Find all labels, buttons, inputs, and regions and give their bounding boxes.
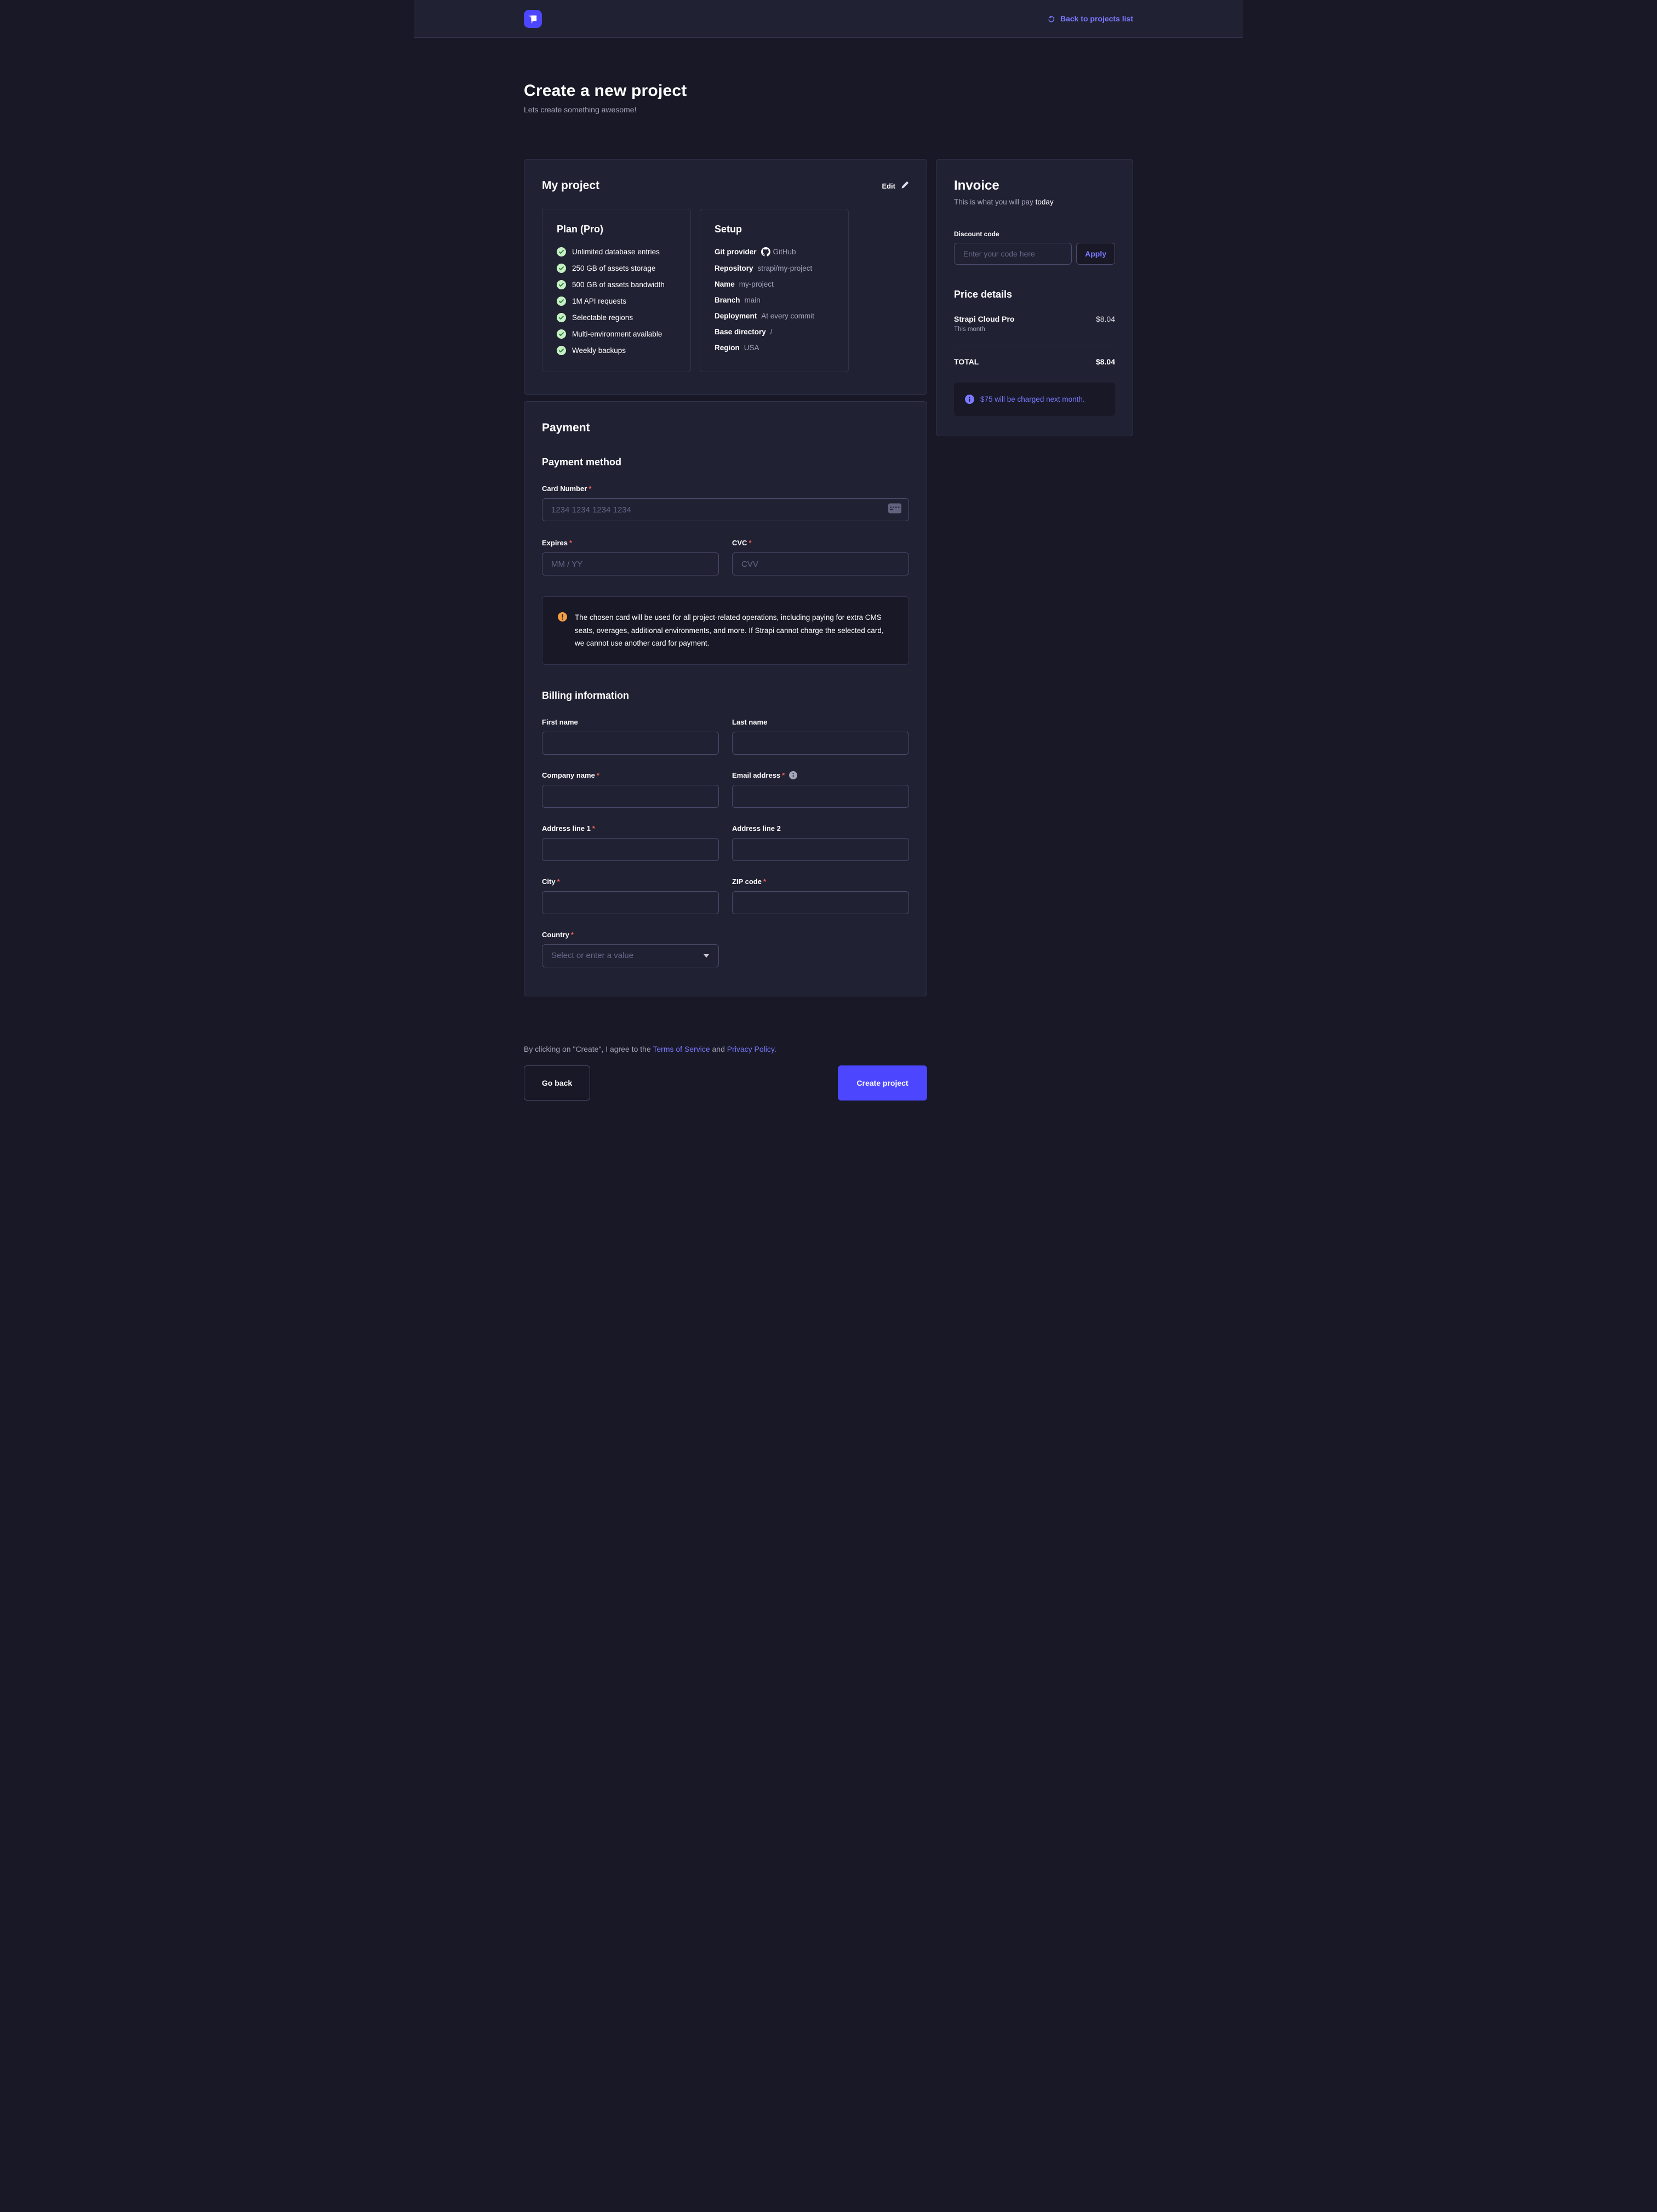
address-line-1-field: Address line 1* [542, 824, 719, 861]
card-usage-notice: The chosen card will be used for all pro… [542, 596, 909, 665]
address-line-2-field: Address line 2 [732, 824, 909, 861]
plan-box: Plan (Pro) Unlimited database entries 25… [542, 209, 691, 372]
top-bar: Back to projects list [414, 0, 1243, 38]
go-back-button[interactable]: Go back [524, 1065, 590, 1101]
city-input[interactable] [542, 891, 719, 914]
strapi-logo-icon [524, 10, 542, 28]
plan-feature: Weekly backups [557, 346, 676, 355]
setup-row-deployment: Deployment At every commit [715, 312, 834, 320]
setup-box: Setup Git provider GitHub Repository [700, 209, 849, 372]
total-label: TOTAL [954, 357, 979, 366]
info-icon [965, 395, 974, 404]
setup-row-git-provider: Git provider GitHub [715, 247, 834, 256]
check-icon [557, 280, 566, 289]
price-item-period: This month [954, 326, 1014, 333]
my-project-card: My project Edit Plan (Pro) [524, 159, 927, 395]
price-item-name: Strapi Cloud Pro [954, 315, 1014, 323]
apply-discount-button[interactable]: Apply [1076, 243, 1115, 265]
billing-heading: Billing information [542, 690, 909, 702]
discount-code-label: Discount code [954, 230, 1115, 238]
payment-card: Payment Payment method Card Number* [524, 401, 927, 996]
terms-of-service-link[interactable]: Terms of Service [653, 1045, 710, 1053]
page-subtitle: Lets create something awesome! [524, 105, 1133, 114]
price-details-heading: Price details [954, 289, 1115, 300]
next-month-note-text: $75 will be charged next month. [980, 395, 1085, 403]
country-select-placeholder: Select or enter a value [551, 951, 633, 960]
first-name-input[interactable] [542, 732, 719, 755]
card-usage-notice-text: The chosen card will be used for all pro… [575, 611, 893, 650]
setup-row-base-directory: Base directory / [715, 328, 834, 336]
cvc-input[interactable] [732, 552, 909, 575]
card-number-input[interactable] [542, 498, 909, 521]
payment-method-heading: Payment method [542, 457, 909, 468]
cvc-label: CVC [732, 539, 747, 547]
plan-title: Plan (Pro) [557, 224, 676, 235]
back-link-label: Back to projects list [1060, 14, 1133, 23]
warning-icon [558, 612, 567, 622]
edit-button[interactable]: Edit [882, 181, 909, 191]
expires-field: Expires* [542, 539, 719, 575]
check-icon [557, 313, 566, 322]
create-project-button[interactable]: Create project [838, 1065, 927, 1101]
pencil-icon [901, 181, 909, 191]
check-icon [557, 297, 566, 306]
plan-feature: Multi-environment available [557, 329, 676, 339]
total-row: TOTAL $8.04 [954, 357, 1115, 366]
address-line-1-input[interactable] [542, 838, 719, 861]
zip-code-input[interactable] [732, 891, 909, 914]
plan-feature: 250 GB of assets storage [557, 264, 676, 273]
agreement-text: By clicking on "Create", I agree to the … [524, 1045, 927, 1053]
address-line-2-input[interactable] [732, 838, 909, 861]
plan-feature-list: Unlimited database entries 250 GB of ass… [557, 247, 676, 355]
check-icon [557, 329, 566, 339]
plan-feature: 1M API requests [557, 297, 676, 306]
last-name-input[interactable] [732, 732, 909, 755]
setup-row-branch: Branch main [715, 296, 834, 304]
my-project-title: My project [542, 179, 599, 192]
back-to-projects-link[interactable]: Back to projects list [1047, 14, 1133, 23]
invoice-subtitle: This is what you will pay today [954, 198, 1115, 206]
discount-code-input[interactable] [954, 243, 1072, 265]
setup-title: Setup [715, 224, 834, 235]
privacy-policy-link[interactable]: Privacy Policy [727, 1045, 774, 1053]
chevron-down-icon [703, 951, 710, 961]
zip-code-field: ZIP code* [732, 877, 909, 914]
check-icon [557, 346, 566, 355]
cvc-field: CVC* [732, 539, 909, 575]
plan-feature: 500 GB of assets bandwidth [557, 280, 676, 289]
first-name-field: First name [542, 718, 719, 755]
expires-input[interactable] [542, 552, 719, 575]
card-number-field: Card Number* [542, 484, 909, 521]
invoice-title: Invoice [954, 178, 1115, 193]
plan-feature: Selectable regions [557, 313, 676, 322]
price-item-amount: $8.04 [1096, 315, 1115, 323]
page-title: Create a new project [524, 82, 1133, 100]
invoice-card: Invoice This is what you will pay today … [936, 159, 1133, 436]
next-month-note: $75 will be charged next month. [954, 383, 1115, 416]
setup-row-region: Region USA [715, 344, 834, 352]
city-field: City* [542, 877, 719, 914]
card-number-label: Card Number [542, 484, 587, 493]
payment-title: Payment [542, 421, 909, 435]
price-line-item: Strapi Cloud Pro This month $8.04 [954, 315, 1115, 333]
expires-label: Expires [542, 539, 568, 547]
setup-row-repository: Repository strapi/my-project [715, 264, 834, 272]
check-icon [557, 264, 566, 273]
country-select[interactable]: Select or enter a value [542, 944, 719, 967]
email-address-input[interactable] [732, 785, 909, 808]
country-field: Country* Select or enter a value [542, 931, 719, 967]
check-icon [557, 247, 566, 256]
company-name-field: Company name* [542, 771, 719, 808]
email-address-field: Email address* [732, 771, 909, 808]
edit-button-label: Edit [882, 182, 895, 190]
last-name-field: Last name [732, 718, 909, 755]
total-amount: $8.04 [1096, 357, 1115, 366]
email-info-icon [789, 771, 797, 779]
github-icon [761, 247, 770, 256]
company-name-input[interactable] [542, 785, 719, 808]
plan-feature: Unlimited database entries [557, 247, 676, 256]
setup-row-name: Name my-project [715, 280, 834, 288]
back-icon [1047, 15, 1055, 23]
